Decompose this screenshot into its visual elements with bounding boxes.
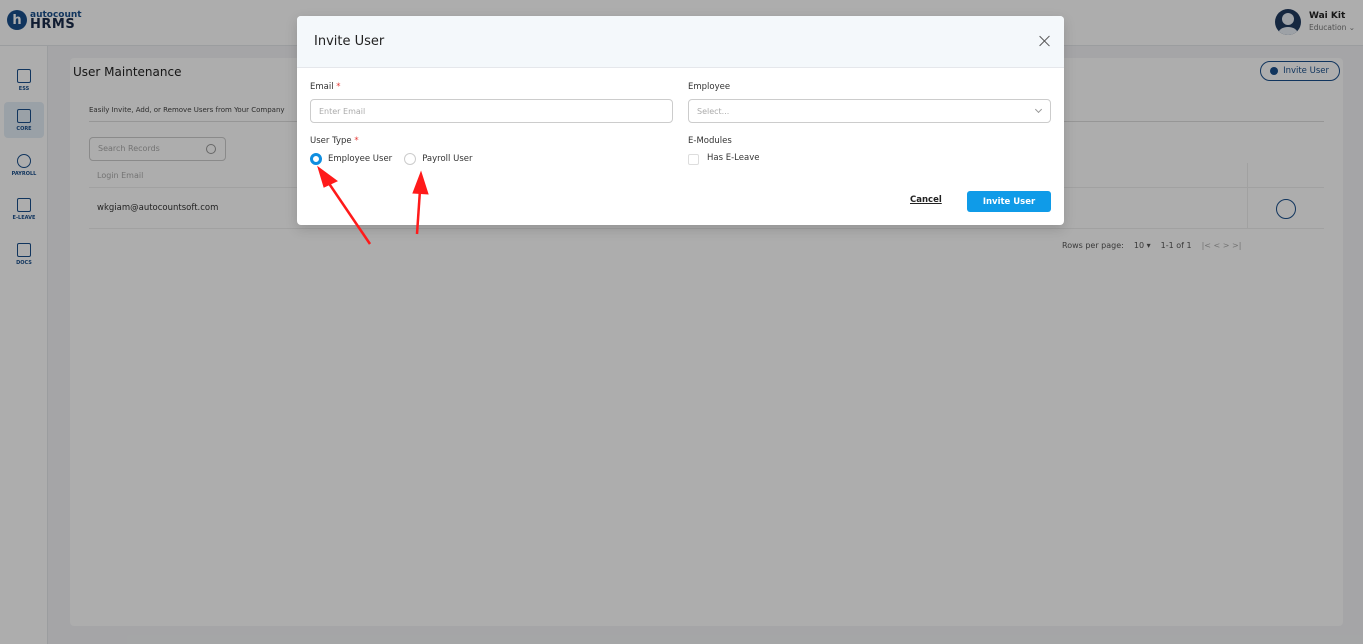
arrow-annotation-payroll [412, 170, 429, 235]
arrow-annotation-employee [317, 165, 372, 245]
annotation-arrows [317, 165, 429, 245]
